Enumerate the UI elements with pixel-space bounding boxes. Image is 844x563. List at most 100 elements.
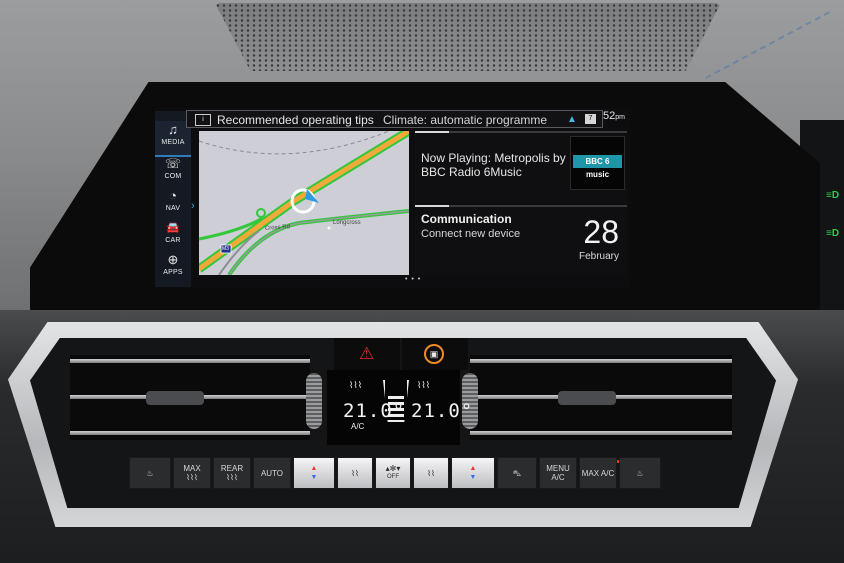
sidebar-item-nav[interactable]: ◔ NAV [155, 187, 191, 221]
max-defrost-button[interactable]: MAX ⌇⌇⌇ [173, 457, 211, 489]
communication-widget[interactable]: Communication Connect new device 28 Febr… [415, 205, 627, 275]
dashed-boundary [199, 131, 390, 155]
defrost-right-icon: ⌇⌇⌇ [417, 380, 431, 390]
sidebar-item-label: APPS [163, 269, 183, 276]
vent-slat [70, 431, 310, 435]
clock-suffix: pm [615, 114, 625, 121]
chevron-up-icon[interactable]: ▲ [567, 111, 577, 129]
sidebar-item-label: NAV [165, 205, 181, 212]
main-menu-sidebar: ♫ MEDIA ☏ COM ◔ NAV 🚘 CAR ⊕ APPS [155, 111, 191, 287]
temp-down-icon: ▼ [310, 474, 318, 481]
date-month: February [578, 251, 619, 262]
seat-heat-icon: ♨ [146, 468, 154, 478]
temp-up-icon: ▲ [310, 465, 318, 472]
tips-title: Recommended operating tips [217, 113, 374, 127]
rear-window-defrost-icon: ⌇⌇⌇ [226, 473, 238, 482]
speaker-grille [215, 3, 721, 71]
airflow-left-button[interactable]: ⌇⌇ [337, 457, 373, 489]
phone-screen-icon: ☏ [164, 156, 182, 171]
menu-ac-button[interactable]: MENU A/C [539, 457, 577, 489]
poi-marker [327, 226, 331, 230]
clock-time: 52 [603, 110, 616, 122]
climate-display: ⌇⌇⌇ ⌇⌇⌇ 21.0° 21.0° A/C [327, 370, 472, 445]
sidebar-item-car[interactable]: 🚘 CAR [155, 219, 191, 253]
fan-bar [388, 396, 404, 399]
vent-slat [470, 359, 732, 363]
button-label: MENU A/C [546, 464, 570, 482]
vent-slat [470, 431, 732, 435]
vent-adjuster-right[interactable] [558, 391, 616, 405]
car-lock-icon: ▣ [424, 344, 444, 364]
motorway-sign-label: M3 [222, 246, 229, 252]
seat-heat-icon: ♨ [636, 468, 644, 478]
globe-icon: ⊕ [167, 252, 179, 267]
tips-message: Climate: automatic programme [383, 113, 548, 127]
car-icon: 🚘 [166, 222, 180, 234]
vent-adjuster-left[interactable] [146, 391, 204, 405]
navigation-icon: ◔ [169, 188, 177, 203]
button-label: MAX A/C [581, 468, 615, 478]
button-label: REAR [220, 464, 244, 473]
map-canvas [199, 131, 409, 275]
now-playing-widget[interactable]: Now Playing: Metropolis by BBC Radio 6Mu… [415, 131, 627, 203]
page-indicator: • • • [405, 276, 422, 283]
airflow-right-button[interactable]: ⌇⌇ [413, 457, 449, 489]
hazard-lights-button[interactable]: ⚠ [334, 338, 400, 370]
temp-down-icon: ▼ [469, 474, 477, 481]
station-logo-text: BBC 6 music [573, 155, 622, 179]
climate-button-row: ♨ MAX ⌇⌇⌇ REAR ⌇⌇⌇ AUTO ▲ ▼ ⌇⌇ ▴✻▾ OFF ⌇… [125, 453, 665, 493]
air-vent-left[interactable] [70, 355, 310, 440]
vent-slat [70, 359, 310, 363]
sidebar-item-com[interactable]: ☏ COM [155, 155, 191, 189]
roundabout [256, 208, 266, 218]
book-icon: i [195, 114, 211, 126]
communication-title: Communication [421, 212, 512, 226]
windshield-defrost-icon: ⌇⌇⌇ [186, 473, 198, 482]
sidebar-item-label: MEDIA [161, 139, 185, 146]
ac-indicator: A/C [351, 422, 365, 431]
fan-speed-rocker[interactable]: ▴✻▾ OFF [375, 457, 411, 489]
temp-right-rocker[interactable]: ▲ ▼ [451, 457, 495, 489]
right-temperature: 21.0° [411, 400, 474, 422]
headlight-indicator-icon: ≡D [826, 190, 840, 201]
tips-count-badge: 7 [585, 114, 596, 124]
sidebar-item-label: CAR [165, 237, 181, 244]
temp-left-rocker[interactable]: ▲ ▼ [293, 457, 335, 489]
button-label: OFF [387, 474, 399, 480]
air-vent-right[interactable] [470, 355, 732, 440]
airflow-icon: ⌇⌇ [427, 468, 435, 478]
operating-tips-bar[interactable]: i Recommended operating tips Climate: au… [186, 110, 603, 128]
max-ac-button[interactable]: MAX A/C [579, 457, 617, 489]
fan-bar [388, 408, 404, 411]
rear-defrost-button[interactable]: REAR ⌇⌇⌇ [213, 457, 251, 489]
auto-button[interactable]: AUTO [253, 457, 291, 489]
button-label: AUTO [260, 468, 284, 478]
central-lock-button[interactable]: ▣ [402, 338, 468, 370]
now-playing-text: Now Playing: Metropolis by BBC Radio 6Mu… [421, 151, 566, 179]
button-label: MAX [183, 464, 201, 473]
fan-bar [388, 402, 404, 405]
sidebar-item-label: COM [164, 173, 182, 180]
temp-up-icon: ▲ [469, 465, 477, 472]
recirculation-car-icon: ⛍ [512, 468, 522, 478]
connect-new-device-link[interactable]: Connect new device [421, 228, 520, 240]
navigation-map[interactable]: Cross Rd Longcross M3 [199, 131, 409, 275]
recirculation-button[interactable]: ⛍ [497, 457, 537, 489]
defrost-left-icon: ⌇⌇⌇ [349, 380, 363, 390]
seat-heat-left-button[interactable]: ♨ [129, 457, 171, 489]
clock: 52pm [603, 110, 625, 122]
widget-progress [415, 131, 449, 133]
road-label: Longcross [333, 220, 361, 226]
widget-progress [415, 205, 449, 207]
date-day: 28 [583, 214, 619, 250]
fog-light-indicator-icon: ≡D [826, 228, 840, 239]
seat-heat-right-button[interactable]: ♨ [619, 457, 661, 489]
fan-icon: ▴✻▾ [385, 464, 401, 473]
vent-roller-left[interactable] [306, 373, 322, 429]
station-logo: BBC 6 music [570, 136, 625, 190]
sidebar-item-apps[interactable]: ⊕ APPS [155, 251, 191, 285]
hazard-triangle-icon: ⚠ [359, 344, 375, 363]
chevron-right-icon[interactable]: › [191, 200, 195, 212]
airflow-icon: ⌇⌇ [351, 468, 359, 478]
fan-bar [388, 414, 404, 417]
